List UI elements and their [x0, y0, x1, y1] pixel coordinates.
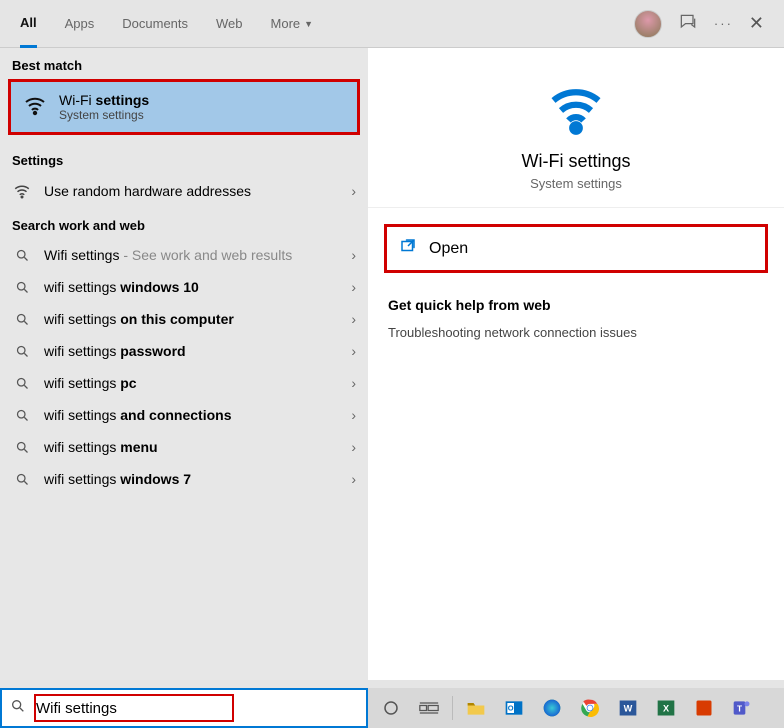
tab-apps[interactable]: Apps	[65, 0, 95, 48]
search-box[interactable]	[0, 688, 368, 728]
preview-title: Wi-Fi settings	[368, 151, 784, 172]
svg-text:W: W	[624, 703, 633, 713]
best-match-item[interactable]: Wi-Fi settings System settings	[11, 82, 357, 132]
search-icon	[12, 280, 32, 295]
open-button[interactable]: Open	[387, 227, 765, 270]
preview-subtitle: System settings	[368, 176, 784, 191]
close-button[interactable]: ✕	[749, 13, 764, 34]
chevron-right-icon: ›	[351, 375, 356, 391]
open-label: Open	[429, 240, 468, 258]
search-web-section-label: Search work and web	[0, 208, 368, 239]
search-icon	[12, 408, 32, 423]
tab-documents[interactable]: Documents	[122, 0, 188, 48]
web-result-row[interactable]: wifi settings password ›	[0, 335, 368, 367]
chevron-down-icon: ▼	[304, 19, 313, 29]
search-tabs: All Apps Documents Web More▼ ··· ✕	[0, 0, 784, 48]
excel-icon[interactable]: X	[649, 693, 683, 723]
chevron-right-icon: ›	[351, 247, 356, 263]
chevron-right-icon: ›	[351, 471, 356, 487]
chevron-right-icon: ›	[351, 183, 356, 199]
cortana-icon[interactable]	[374, 693, 408, 723]
best-match-title: Wi-Fi settings	[59, 92, 149, 108]
search-input[interactable]	[32, 696, 358, 721]
open-icon	[399, 237, 417, 260]
settings-row-label: Use random hardware addresses	[44, 183, 339, 199]
feedback-icon[interactable]	[678, 12, 698, 35]
chrome-icon[interactable]	[573, 693, 607, 723]
svg-text:O: O	[508, 704, 514, 713]
web-result-row[interactable]: wifi settings windows 7 ›	[0, 463, 368, 495]
outlook-icon[interactable]: O	[497, 693, 531, 723]
svg-text:T: T	[737, 703, 742, 713]
web-result-label: wifi settings pc	[44, 375, 339, 391]
tab-all[interactable]: All	[20, 0, 37, 48]
search-icon	[12, 440, 32, 455]
chevron-right-icon: ›	[351, 311, 356, 327]
search-icon	[12, 472, 32, 487]
task-view-icon[interactable]	[412, 693, 446, 723]
help-title: Get quick help from web	[388, 297, 764, 313]
web-result-label: wifi settings password	[44, 343, 339, 359]
chevron-right-icon: ›	[351, 439, 356, 455]
file-explorer-icon[interactable]	[459, 693, 493, 723]
chevron-right-icon: ›	[351, 279, 356, 295]
chevron-right-icon: ›	[351, 407, 356, 423]
preview-panel: Wi-Fi settings System settings Open Get …	[368, 48, 784, 680]
web-result-label: wifi settings on this computer	[44, 311, 339, 327]
tab-web[interactable]: Web	[216, 0, 243, 48]
web-result-row[interactable]: wifi settings on this computer ›	[0, 303, 368, 335]
wifi-icon	[12, 182, 32, 200]
web-result-label: wifi settings menu	[44, 439, 339, 455]
best-match-label: Best match	[0, 48, 368, 79]
annotation-highlight: Open	[384, 224, 768, 273]
best-match-subtitle: System settings	[59, 108, 149, 122]
results-panel: Best match Wi-Fi settings System setting…	[0, 48, 368, 680]
wifi-icon	[368, 78, 784, 143]
web-result-label: wifi settings and connections	[44, 407, 339, 423]
search-icon	[12, 312, 32, 327]
edge-icon[interactable]	[535, 693, 569, 723]
chevron-right-icon: ›	[351, 343, 356, 359]
web-result-row[interactable]: wifi settings and connections ›	[0, 399, 368, 431]
settings-row[interactable]: Use random hardware addresses ›	[0, 174, 368, 208]
annotation-highlight: Wi-Fi settings System settings	[8, 79, 360, 135]
avatar[interactable]	[634, 10, 662, 38]
wifi-icon	[23, 93, 47, 122]
web-result-label: Wifi settings - See work and web results	[44, 247, 339, 263]
taskbar: O W X T	[0, 688, 784, 728]
web-result-row[interactable]: wifi settings menu ›	[0, 431, 368, 463]
more-options-icon[interactable]: ···	[714, 16, 733, 31]
search-icon	[12, 376, 32, 391]
web-result-label: wifi settings windows 7	[44, 471, 339, 487]
svg-text:X: X	[663, 703, 670, 713]
settings-section-label: Settings	[0, 143, 368, 174]
web-result-row[interactable]: wifi settings pc ›	[0, 367, 368, 399]
web-result-row[interactable]: wifi settings windows 10 ›	[0, 271, 368, 303]
web-result-row[interactable]: Wifi settings - See work and web results…	[0, 239, 368, 271]
word-icon[interactable]: W	[611, 693, 645, 723]
search-icon	[10, 698, 26, 719]
app-icon[interactable]	[687, 693, 721, 723]
search-icon	[12, 344, 32, 359]
web-result-label: wifi settings windows 10	[44, 279, 339, 295]
tab-more[interactable]: More▼	[271, 0, 314, 48]
teams-icon[interactable]: T	[725, 693, 759, 723]
help-link[interactable]: Troubleshooting network connection issue…	[388, 325, 764, 340]
search-icon	[12, 248, 32, 263]
